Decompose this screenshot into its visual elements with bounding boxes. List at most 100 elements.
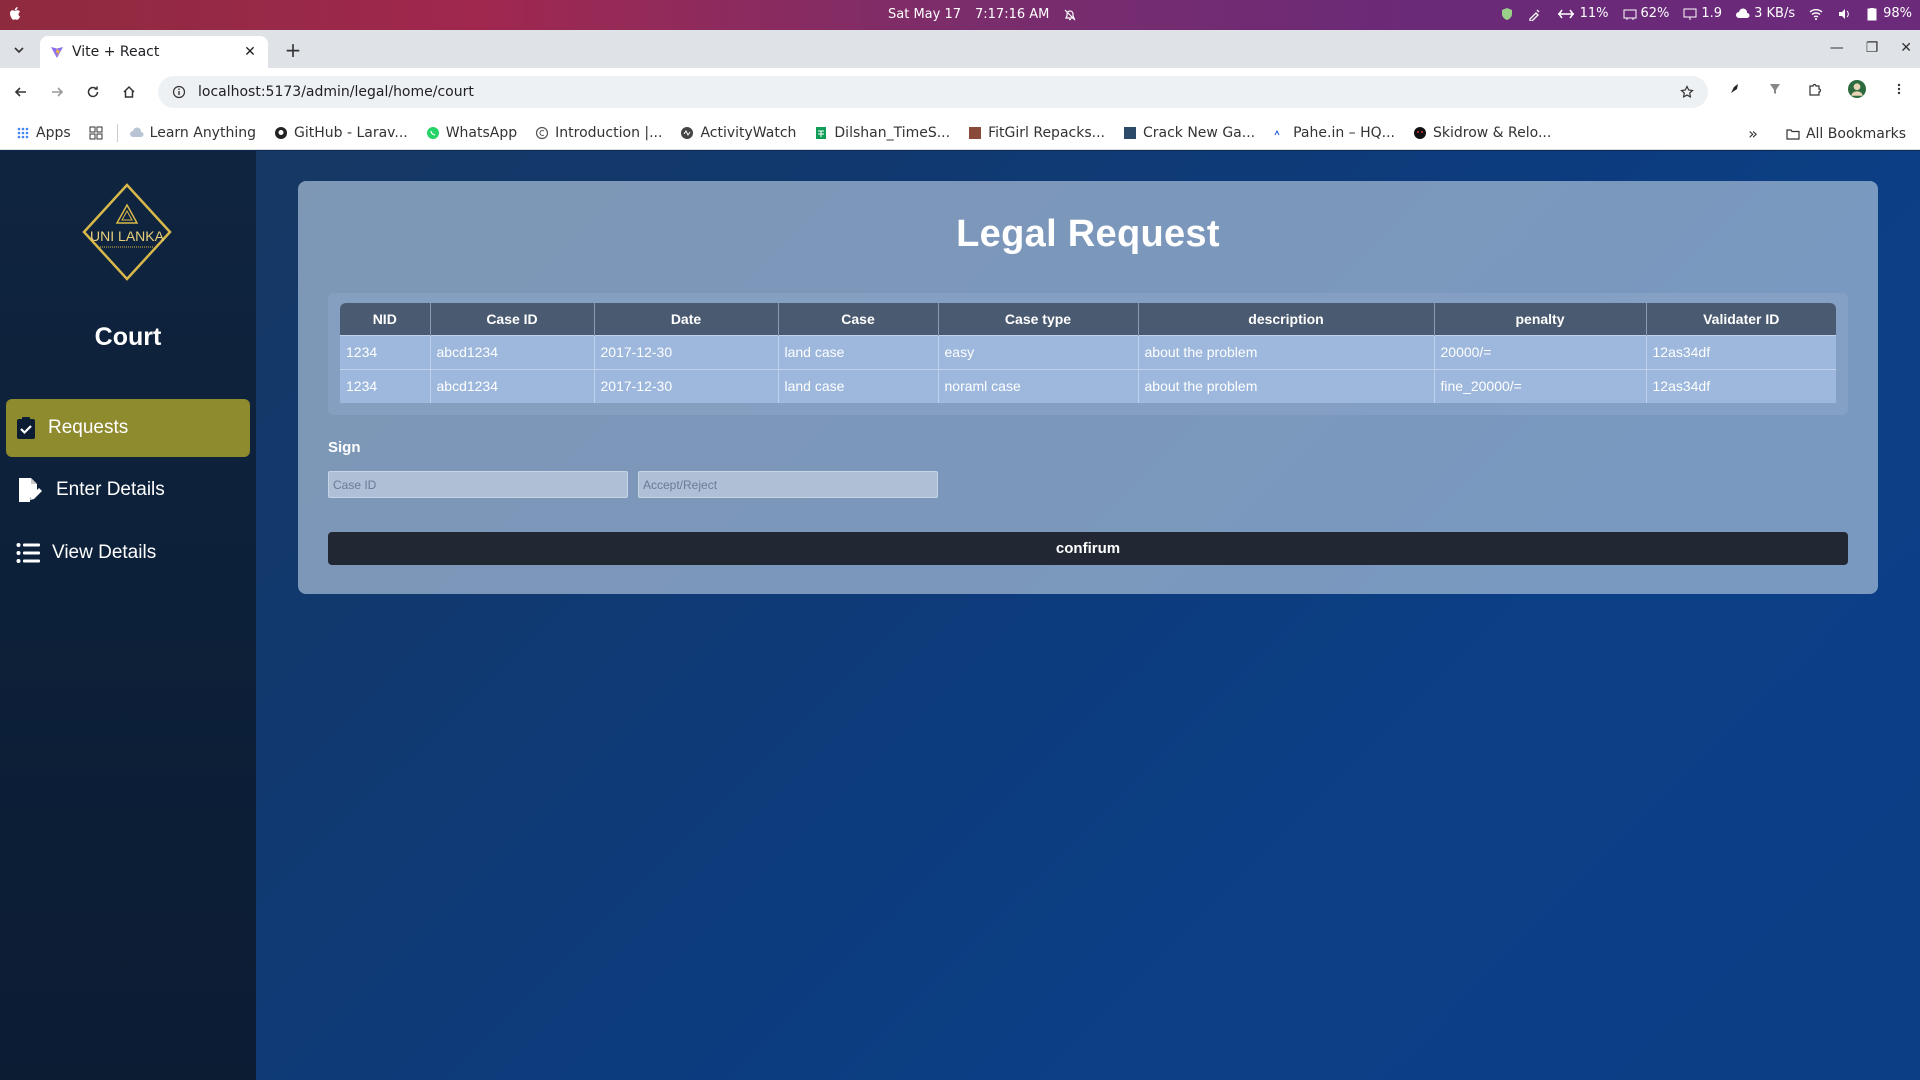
memory-usage: 62% [1640, 6, 1670, 21]
accept-reject-input[interactable] [638, 471, 938, 498]
puzzle-icon[interactable] [1808, 82, 1822, 96]
vite-favicon-icon [51, 47, 63, 58]
whatsapp-icon [426, 126, 439, 139]
cell-validater-id: 12as34df [1646, 368, 1836, 403]
cell-description: about the problem [1138, 334, 1435, 369]
bookmark-whatsapp[interactable]: WhatsApp [426, 125, 517, 141]
column-header-validater-id: Validater ID [1646, 303, 1836, 335]
info-icon[interactable] [172, 85, 186, 99]
home-button[interactable] [118, 81, 140, 103]
cell-date: 2017-12-30 [594, 368, 779, 403]
volume-icon[interactable] [1837, 7, 1851, 21]
network-speed: 3 KB/s [1754, 6, 1796, 21]
url-text[interactable]: localhost:5173/admin/legal/home/court [198, 84, 1668, 100]
eyedropper-icon[interactable] [1528, 7, 1542, 21]
sidebar-item-label: Enter Details [56, 479, 165, 500]
battery-icon [1867, 7, 1877, 20]
new-tab-button[interactable]: + [282, 38, 304, 62]
close-window-icon[interactable]: ✕ [1900, 40, 1912, 56]
os-top-bar: Sat May 17 7:17:16 AM 11% 62% 1.9 3 KB/s… [0, 0, 1920, 30]
fitgirl-icon [969, 126, 982, 139]
close-icon[interactable]: ✕ [242, 44, 258, 60]
cell-case: land case [778, 368, 939, 403]
bookmarks-overflow-icon[interactable]: » [1748, 124, 1758, 143]
skidrow-icon [1414, 126, 1426, 139]
sidebar-item-view-details[interactable]: View Details [6, 524, 250, 582]
tab-groups-icon[interactable] [89, 126, 103, 140]
cell-case-type: easy [938, 334, 1139, 369]
cell-penalty: 20000/= [1434, 334, 1647, 369]
tab-title: Vite + React [72, 44, 160, 60]
sheets-icon [816, 126, 827, 139]
restore-icon[interactable]: ❐ [1866, 40, 1879, 56]
crack-games-icon [1123, 126, 1136, 139]
column-header-penalty: penalty [1434, 303, 1647, 335]
extension-filter-icon[interactable] [1768, 82, 1782, 96]
shield-icon[interactable] [1500, 7, 1514, 21]
sidebar-title: Court [94, 323, 162, 351]
uni-lanka-logo: UNI LANKA [82, 183, 172, 281]
bookmarks-bar: Apps Learn Anything GitHub - Larav... Wh… [0, 116, 1920, 150]
bookmark-introduction[interactable]: Introduction |... [535, 125, 662, 141]
bookmark-fitgirl[interactable]: FitGirl Repacks... [968, 125, 1105, 141]
minimize-icon[interactable]: — [1830, 40, 1844, 56]
bookmark-dilshan-timesheet[interactable]: Dilshan_TimeS... [814, 125, 950, 141]
browser-tab[interactable]: Vite + React ✕ [40, 36, 268, 68]
requests-table: NID Case ID Date Case Case type descript… [340, 303, 1836, 403]
arrow-left-icon [14, 87, 26, 97]
requests-table-container: NID Case ID Date Case Case type descript… [328, 293, 1848, 415]
back-button[interactable] [10, 81, 32, 103]
column-header-case-id: Case ID [430, 303, 595, 335]
reload-button[interactable] [82, 81, 104, 103]
file-pen-icon [19, 478, 42, 502]
table-row[interactable]: 1234 abcd1234 2017-12-30 land case noram… [340, 368, 1836, 403]
bookmark-apps[interactable]: Apps [16, 125, 71, 141]
cloud-upload-icon [1736, 7, 1750, 18]
wifi-icon[interactable] [1809, 7, 1823, 21]
bookmark-crack-new-games[interactable]: Crack New Ga... [1123, 125, 1255, 141]
bookmark-skidrow[interactable]: Skidrow & Relo... [1413, 125, 1551, 141]
page-title: Legal Request [956, 213, 1220, 255]
cell-validater-id: 12as34df [1646, 334, 1836, 369]
case-id-input[interactable] [328, 471, 628, 498]
column-header-case-type: Case type [938, 303, 1139, 335]
os-time[interactable]: 7:17:16 AM [975, 7, 1049, 22]
load-average: 1.9 [1701, 6, 1723, 21]
sidebar-item-requests[interactable]: Requests [6, 399, 250, 457]
bookmark-learn-anything[interactable]: Learn Anything [129, 125, 256, 141]
activitywatch-icon [681, 126, 694, 139]
column-header-case: Case [778, 303, 939, 335]
forward-button[interactable] [46, 81, 68, 103]
cell-penalty: fine_20000/= [1434, 368, 1647, 403]
legal-request-panel: Legal Request NID Case ID Date Case Case… [298, 181, 1878, 594]
cell-case-id: abcd1234 [430, 334, 595, 369]
bookmark-activitywatch[interactable]: ActivityWatch [680, 125, 796, 141]
os-date[interactable]: Sat May 17 [888, 7, 961, 22]
memory-icon [1623, 9, 1636, 20]
extension-rocket-icon[interactable] [1728, 82, 1742, 96]
chevron-down-icon [14, 47, 24, 54]
confirm-button[interactable]: confirum [328, 532, 1848, 565]
cell-case-id: abcd1234 [430, 368, 595, 403]
all-bookmarks-folder[interactable]: All Bookmarks [1786, 126, 1906, 142]
table-row[interactable]: 1234 abcd1234 2017-12-30 land case easy … [340, 334, 1836, 369]
column-header-nid: NID [340, 303, 431, 335]
browser-toolbar: localhost:5173/admin/legal/home/court [0, 68, 1920, 116]
pahe-icon [1274, 129, 1287, 136]
cell-nid: 1234 [340, 334, 431, 369]
monitor-icon [1683, 8, 1697, 20]
address-bar[interactable]: localhost:5173/admin/legal/home/court [158, 76, 1708, 108]
bookmark-pahe[interactable]: Pahe.in – HQ... [1273, 125, 1395, 141]
bell-off-icon[interactable] [1063, 8, 1077, 22]
more-vertical-icon[interactable] [1892, 82, 1906, 96]
star-icon[interactable] [1680, 85, 1694, 99]
clipboard-check-icon [17, 417, 35, 439]
tab-search-button[interactable] [8, 39, 30, 61]
table-header-row: NID Case ID Date Case Case type descript… [340, 303, 1836, 335]
sidebar-item-enter-details[interactable]: Enter Details [6, 461, 250, 519]
apple-icon[interactable] [8, 6, 22, 22]
bookmark-github[interactable]: GitHub - Larav... [274, 125, 408, 141]
sign-label: Sign [328, 439, 361, 456]
cell-case: land case [778, 334, 939, 369]
profile-avatar-icon[interactable] [1848, 80, 1866, 98]
